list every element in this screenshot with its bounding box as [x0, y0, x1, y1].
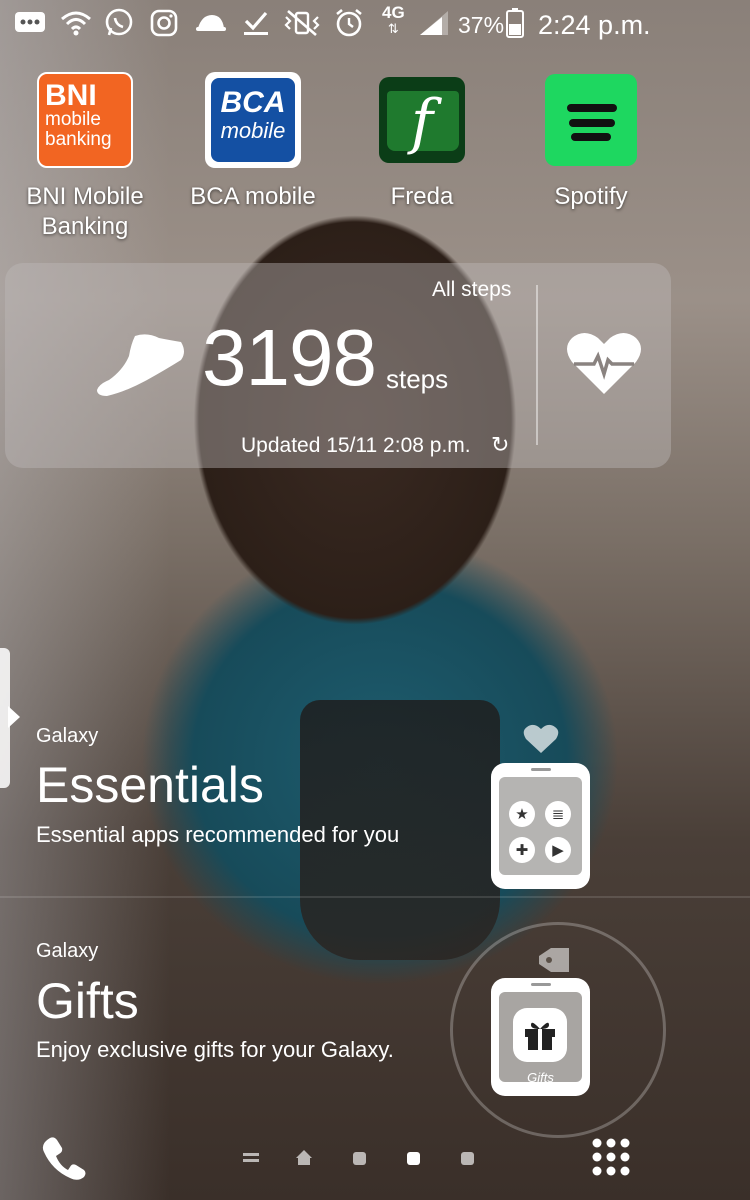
freda-app-icon: f — [379, 77, 465, 163]
app-label: BNI Mobile Banking — [0, 182, 170, 242]
steps-updated-time: Updated 15/11 2:08 p.m. — [241, 434, 471, 457]
gifts-brand: Galaxy — [36, 940, 99, 962]
app-spotify[interactable]: Spotify — [506, 72, 676, 212]
network-4g-icon: 4G ⇅ — [382, 2, 405, 36]
app-label-line2: Banking — [41, 213, 129, 240]
battery-percent: 37% — [458, 12, 505, 38]
page-dot[interactable] — [461, 1152, 474, 1165]
chevron-right-icon — [8, 706, 20, 728]
gifts-title[interactable]: Gifts — [36, 972, 139, 1030]
essentials-title[interactable]: Essentials — [36, 756, 264, 814]
app-bca-mobile[interactable]: BCA mobile BCA mobile — [168, 72, 338, 212]
bni-app-icon: BNI mobile banking — [37, 72, 133, 168]
essentials-description: Essential apps recommended for you — [36, 822, 400, 847]
app-label: BCA mobile — [190, 183, 316, 210]
vibrate-off-icon — [284, 8, 320, 38]
shoe-icon — [95, 330, 187, 405]
download-done-icon — [242, 8, 270, 38]
messages-icon — [14, 8, 46, 38]
app-label-line1: BNI Mobile — [26, 183, 144, 210]
page-indicator[interactable] — [240, 1146, 480, 1172]
bca-logo-text: BCA — [220, 86, 286, 119]
briefing-page-indicator[interactable] — [243, 1153, 259, 1165]
steps-count: 3198 — [202, 313, 377, 402]
app-freda[interactable]: f Freda — [337, 72, 507, 212]
essentials-brand: Galaxy — [36, 725, 99, 747]
gifts-description: Enjoy exclusive gifts for your Galaxy. — [36, 1037, 394, 1062]
home-page-indicator-base — [298, 1158, 310, 1165]
widget-divider — [536, 285, 538, 445]
battery-icon — [506, 8, 524, 38]
steps-unit: steps — [386, 364, 449, 394]
turtle-icon — [194, 8, 228, 38]
document-icon: ≣ — [545, 801, 571, 827]
heart-rate-icon[interactable] — [566, 330, 642, 401]
spotify-app-icon — [545, 74, 637, 166]
gamepad-icon: ✚ — [509, 837, 535, 863]
steps-header: All steps — [432, 278, 512, 301]
whatsapp-icon — [104, 8, 134, 38]
app-label: Freda — [390, 183, 454, 210]
gift-box-icon — [513, 1008, 567, 1062]
refresh-icon[interactable]: ↻ — [491, 432, 509, 458]
page-dot-active[interactable] — [407, 1152, 420, 1165]
freda-logo-letter: f — [410, 87, 434, 157]
instagram-icon — [150, 8, 178, 38]
network-type: 4G — [382, 2, 405, 22]
home-page-indicator[interactable] — [296, 1150, 312, 1158]
apps-grid-icon[interactable] — [592, 1138, 630, 1181]
section-separator — [0, 896, 750, 898]
bni-logo-text: BNI — [45, 79, 97, 112]
status-bar: 4G ⇅ 37% 2:24 p.m. — [0, 0, 750, 50]
alarm-icon — [334, 8, 364, 38]
bca-app-icon: BCA mobile — [205, 72, 301, 168]
gifts-screen-label: Gifts — [527, 1070, 554, 1085]
essentials-phone-illustration[interactable]: ★ ≣ ✚ ▶ — [491, 763, 590, 889]
bni-logo-sub1: mobile — [45, 109, 101, 130]
app-bni-mobile-banking[interactable]: BNI mobile banking BNI Mobile Banking — [0, 72, 170, 242]
bni-logo-sub2: banking — [45, 129, 112, 150]
play-icon: ▶ — [545, 837, 571, 863]
phone-dialer-icon[interactable] — [40, 1134, 88, 1187]
tag-icon — [537, 946, 571, 979]
bca-logo-sub: mobile — [220, 118, 286, 143]
signal-icon — [418, 8, 450, 38]
app-label: Spotify — [554, 183, 628, 210]
page-dot[interactable] — [353, 1152, 366, 1165]
gifts-phone-illustration[interactable]: Gifts — [491, 978, 590, 1096]
star-icon: ★ — [509, 801, 535, 827]
heart-icon — [523, 724, 559, 759]
clock: 2:24 p.m. — [538, 10, 651, 40]
wifi-icon — [60, 8, 92, 38]
